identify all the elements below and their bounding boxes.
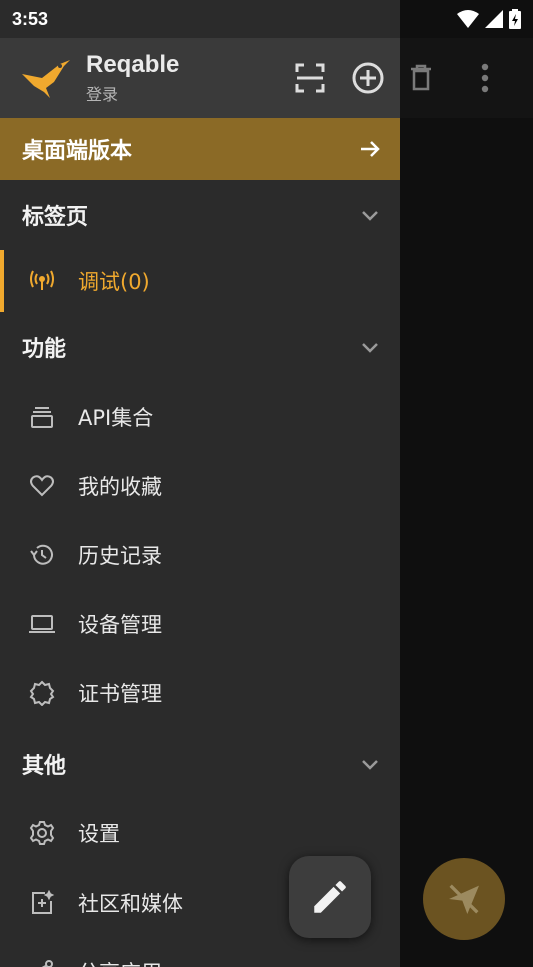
menu-item-certificates[interactable]: 证书管理 (0, 662, 400, 724)
section-others-title: 其他 (22, 754, 67, 779)
section-features-title: 功能 (22, 337, 67, 362)
collection-icon (28, 403, 56, 431)
menu-item-api-collection[interactable]: API集合 (0, 386, 400, 448)
trash-icon (411, 64, 431, 91)
tab-debug-label: 调试(0) (78, 270, 150, 294)
header-actions (290, 58, 400, 98)
status-time: 3:53 (12, 8, 49, 29)
menu-item-share-app[interactable]: 分享应用 (0, 941, 400, 967)
login-link[interactable]: 登录 (86, 81, 179, 105)
menu-item-label: 证书管理 (78, 682, 162, 706)
certificate-icon (28, 679, 56, 707)
desktop-version-banner[interactable]: 桌面端版本 (0, 118, 400, 180)
menu-item-label: 我的收藏 (78, 475, 162, 499)
send-fab[interactable] (423, 858, 505, 940)
heart-icon (28, 472, 56, 500)
more-vert-icon (481, 63, 489, 93)
desktop-version-label: 桌面端版本 (22, 139, 133, 164)
navigation-drawer: Reqable 登录 桌面端版本 标签页 调试(0) 功能 API集合 我的收藏… (0, 0, 400, 967)
section-others-header[interactable]: 其他 (0, 733, 400, 795)
menu-item-label: 设置 (78, 822, 120, 846)
add-circle-icon (352, 62, 384, 94)
chevron-down-icon (362, 343, 378, 353)
scan-button[interactable] (290, 58, 330, 98)
menu-item-label: 社区和媒体 (78, 892, 183, 916)
section-tabs-title: 标签页 (22, 205, 89, 230)
menu-item-label: 历史记录 (78, 544, 162, 568)
chevron-down-icon (362, 211, 378, 221)
app-info: Reqable 登录 (86, 51, 179, 105)
arrow-right-icon (361, 141, 380, 157)
background-app (400, 0, 533, 967)
tab-debug-item[interactable]: 调试(0) (0, 250, 400, 312)
gear-icon (28, 819, 56, 847)
pencil-icon (314, 881, 346, 913)
more-options-button[interactable] (470, 58, 500, 98)
delete-button[interactable] (403, 58, 439, 98)
chevron-down-icon (362, 760, 378, 770)
antenna-icon (28, 267, 56, 295)
hummingbird-logo-icon (22, 60, 70, 98)
laptop-icon (28, 610, 56, 638)
scan-icon (295, 63, 325, 93)
wifi-icon (457, 10, 479, 28)
app-name: Reqable (86, 51, 180, 78)
active-indicator (0, 250, 4, 312)
menu-item-label: API集合 (78, 406, 154, 430)
signal-icon (485, 10, 503, 28)
history-icon (28, 541, 56, 569)
section-tabs-header[interactable]: 标签页 (0, 184, 400, 246)
battery-icon (509, 9, 521, 29)
menu-item-history[interactable]: 历史记录 (0, 524, 400, 586)
edit-fab[interactable] (289, 856, 371, 938)
menu-item-settings[interactable]: 设置 (0, 802, 400, 864)
menu-item-label: 设备管理 (78, 613, 162, 637)
share-icon (28, 958, 56, 967)
drawer-header: Reqable 登录 (0, 38, 400, 118)
status-icons (457, 9, 521, 29)
menu-item-favorites[interactable]: 我的收藏 (0, 455, 400, 517)
send-off-icon (449, 884, 479, 914)
menu-item-label: 分享应用 (78, 957, 162, 967)
menu-item-devices[interactable]: 设备管理 (0, 593, 400, 655)
community-icon (28, 889, 56, 917)
add-button[interactable] (348, 58, 388, 98)
status-bar: 3:53 (0, 0, 533, 38)
section-features-header[interactable]: 功能 (0, 316, 400, 378)
